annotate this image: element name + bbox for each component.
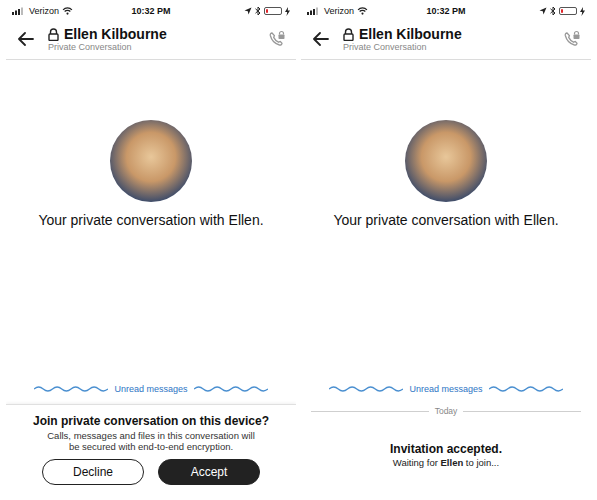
bluetooth-icon bbox=[550, 6, 556, 16]
intro-text: Your private conversation with Ellen. bbox=[333, 212, 558, 228]
screenshot-pair: Verizon 10:32 PM Ellen Kilbourne Private… bbox=[0, 0, 597, 500]
date-label: Today bbox=[435, 406, 458, 416]
status-bar: Verizon 10:32 PM bbox=[6, 0, 296, 20]
bluetooth-icon bbox=[255, 6, 261, 16]
unread-label: Unread messages bbox=[409, 384, 482, 394]
unread-divider: Unread messages bbox=[6, 380, 296, 398]
unread-divider: Unread messages bbox=[301, 380, 591, 398]
prompt-title: Join private conversation on this device… bbox=[33, 414, 269, 428]
back-arrow-icon[interactable] bbox=[18, 32, 34, 46]
contact-name: Ellen Kilbourne bbox=[64, 26, 167, 42]
status-area: Today Invitation accepted. Waiting for E… bbox=[301, 398, 591, 500]
wave-icon bbox=[34, 385, 108, 393]
decline-button[interactable]: Decline bbox=[42, 459, 144, 485]
phone-screen: Verizon 10:32 PM Ellen Kilbourne Private… bbox=[301, 0, 591, 500]
unread-label: Unread messages bbox=[114, 384, 187, 394]
wifi-icon bbox=[357, 7, 368, 15]
date-divider: Today bbox=[311, 406, 581, 416]
carrier-name: Verizon bbox=[29, 6, 59, 16]
status-bar: Verizon 10:32 PM bbox=[301, 0, 591, 20]
charging-icon bbox=[580, 7, 585, 16]
conversation-header: Ellen Kilbourne Private Conversation bbox=[301, 20, 591, 60]
clock: 10:32 PM bbox=[426, 6, 465, 16]
call-lock-icon[interactable] bbox=[268, 30, 286, 48]
prompt-text: Calls, messages and files in this conver… bbox=[46, 430, 256, 453]
location-icon bbox=[539, 7, 547, 15]
carrier-name: Verizon bbox=[324, 6, 354, 16]
conversation-header: Ellen Kilbourne Private Conversation bbox=[6, 20, 296, 60]
conversation-body: Your private conversation with Ellen. bbox=[301, 60, 591, 380]
accept-button[interactable]: Accept bbox=[158, 459, 260, 485]
contact-name: Ellen Kilbourne bbox=[359, 26, 462, 42]
status-text: Waiting for Ellen to join... bbox=[393, 457, 499, 468]
signal-icon bbox=[12, 7, 26, 15]
wave-icon bbox=[489, 385, 563, 393]
wave-icon bbox=[194, 385, 268, 393]
battery-icon bbox=[264, 7, 282, 15]
lock-icon bbox=[343, 28, 354, 41]
charging-icon bbox=[285, 7, 290, 16]
call-lock-icon[interactable] bbox=[563, 30, 581, 48]
avatar-photo bbox=[405, 120, 487, 202]
clock: 10:32 PM bbox=[131, 6, 170, 16]
wave-icon bbox=[329, 385, 403, 393]
battery-icon bbox=[559, 7, 577, 15]
conversation-type: Private Conversation bbox=[48, 42, 254, 52]
conversation-body: Your private conversation with Ellen. bbox=[6, 60, 296, 380]
wifi-icon bbox=[62, 7, 73, 15]
join-prompt: Join private conversation on this device… bbox=[6, 404, 296, 500]
avatar-photo bbox=[110, 120, 192, 202]
status-title: Invitation accepted. bbox=[390, 442, 502, 456]
conversation-type: Private Conversation bbox=[343, 42, 549, 52]
intro-text: Your private conversation with Ellen. bbox=[38, 212, 263, 228]
lock-icon bbox=[48, 28, 59, 41]
signal-icon bbox=[307, 7, 321, 15]
back-arrow-icon[interactable] bbox=[313, 32, 329, 46]
location-icon bbox=[244, 7, 252, 15]
phone-screen: Verizon 10:32 PM Ellen Kilbourne Private… bbox=[6, 0, 296, 500]
